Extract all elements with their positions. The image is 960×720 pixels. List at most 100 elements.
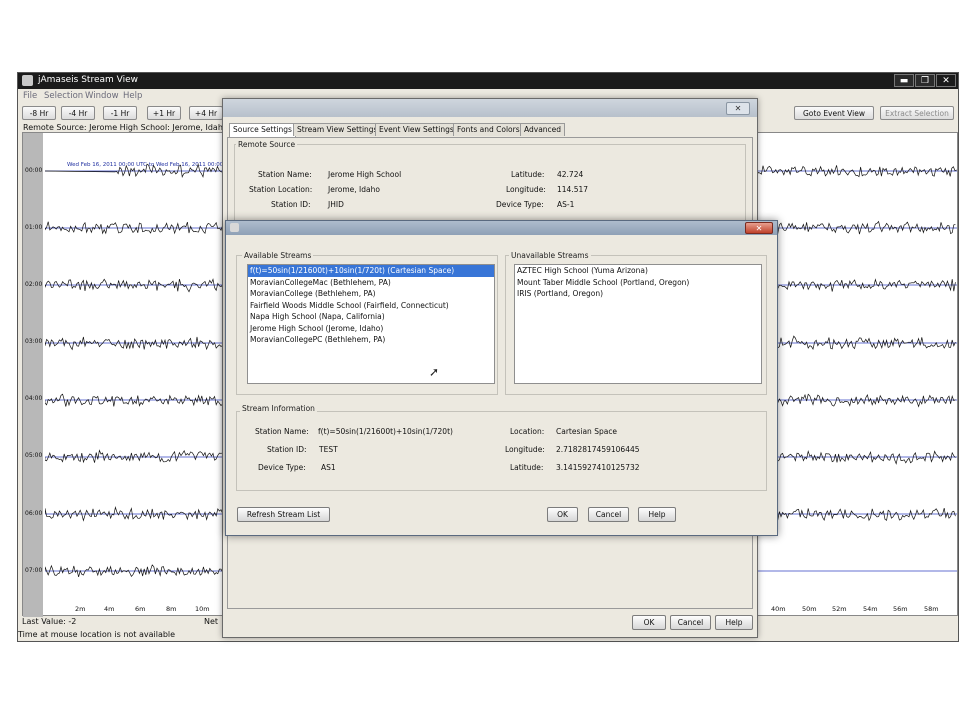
stream-station-id-value: TEST (319, 445, 338, 454)
stream-latitude-label: Latitude: (510, 463, 544, 472)
close-icon[interactable]: ✕ (745, 222, 773, 234)
stream-latitude-value: 3.1415927410125732 (556, 463, 640, 472)
stream-device-type-label: Device Type: (258, 463, 306, 472)
station-name-label: Station Name: (258, 170, 312, 179)
axis-tick: 10m (195, 605, 210, 613)
extract-selection-button[interactable]: Extract Selection (880, 106, 954, 120)
menu-help[interactable]: Help (123, 91, 142, 101)
device-type-label: Device Type: (496, 200, 544, 209)
stream-device-type-value: AS1 (321, 463, 336, 472)
settings-dialog-titlebar: ✕ (223, 99, 757, 117)
time-label: 04:00 (25, 395, 43, 402)
stream-information-title: Stream Information (240, 404, 317, 413)
java-icon (230, 223, 239, 232)
axis-tick: 2m (75, 605, 86, 613)
station-location-value: Jerome, Idaho (328, 185, 380, 194)
axis-tick: 58m (924, 605, 939, 613)
plus-1hr-button[interactable]: +1 Hr (147, 106, 181, 120)
plus-4hr-button[interactable]: +4 Hr (189, 106, 223, 120)
stream-longitude-value: 2.7182817459106445 (556, 445, 640, 454)
list-item[interactable]: Jerome High School (Jerome, Idaho) (248, 323, 494, 335)
tab-advanced[interactable]: Advanced (520, 123, 566, 136)
minimize-icon[interactable]: ▬ (894, 74, 914, 87)
tab-event-view-settings[interactable]: Event View Settings (375, 123, 458, 136)
station-id-value: JHID (328, 200, 344, 209)
time-column: 00:00 01:00 02:00 03:00 04:00 05:00 06:0… (23, 133, 43, 617)
time-label: 03:00 (25, 338, 43, 345)
station-name-value: Jerome High School (328, 170, 402, 179)
stream-dialog-titlebar: ✕ (226, 221, 777, 235)
tab-stream-view-settings[interactable]: Stream View Settings (293, 123, 382, 136)
available-streams-list[interactable]: f(t)=50sin(1/21600t)+10sin(1/720t) (Cart… (247, 264, 495, 384)
longitude-value: 114.517 (557, 185, 589, 194)
station-id-label: Station ID: (271, 200, 311, 209)
time-label: 05:00 (25, 452, 43, 459)
menu-window[interactable]: Window (85, 91, 119, 101)
ok-button[interactable]: OK (547, 507, 578, 522)
stream-station-name-value: f(t)=50sin(1/21600t)+10sin(1/720t) (318, 427, 453, 436)
stream-station-name-label: Station Name: (255, 427, 309, 436)
java-icon (22, 75, 33, 86)
menu-selection[interactable]: Selection (44, 91, 83, 101)
longitude-label: Longitude: (506, 185, 546, 194)
cancel-button[interactable]: Cancel (588, 507, 629, 522)
axis-tick: 40m (771, 605, 786, 613)
net-label: Net (204, 617, 219, 626)
minus-8hr-button[interactable]: -8 Hr (22, 106, 56, 120)
available-streams-title: Available Streams (242, 251, 314, 260)
last-value-label: Last Value: -2 (22, 617, 77, 626)
stream-location-value: Cartesian Space (556, 427, 618, 436)
list-item[interactable]: MoravianCollege (Bethlehem, PA) (248, 288, 494, 300)
stream-longitude-label: Longitude: (505, 445, 545, 454)
list-item[interactable]: Mount Taber Middle School (Portland, Ore… (515, 277, 761, 289)
time-label: 07:00 (25, 567, 43, 574)
device-type-value: AS-1 (557, 200, 575, 209)
time-label: 02:00 (25, 281, 43, 288)
minus-4hr-button[interactable]: -4 Hr (61, 106, 95, 120)
menu-file[interactable]: File (23, 91, 37, 101)
latitude-label: Latitude: (511, 170, 545, 179)
list-item[interactable]: AZTEC High School (Yuma Arizona) (515, 265, 761, 277)
list-item[interactable]: MoravianCollegeMac (Bethlehem, PA) (248, 277, 494, 289)
axis-tick: 6m (135, 605, 146, 613)
remote-source-title: Remote Source (236, 140, 298, 149)
time-label: 06:00 (25, 510, 43, 517)
stream-location-label: Location: (510, 427, 545, 436)
close-icon[interactable]: ✕ (936, 74, 956, 87)
time-label: 00:00 (25, 167, 43, 174)
list-item[interactable]: MoravianCollegePC (Bethlehem, PA) (248, 334, 494, 346)
latitude-value: 42.724 (557, 170, 584, 179)
remote-source-group (234, 144, 746, 224)
refresh-stream-list-button[interactable]: Refresh Stream List (237, 507, 330, 522)
list-item[interactable]: Napa High School (Napa, California) (248, 311, 494, 323)
stream-station-id-label: Station ID: (267, 445, 307, 454)
unavailable-streams-list[interactable]: AZTEC High School (Yuma Arizona) Mount T… (514, 264, 762, 384)
stream-information-group (236, 411, 767, 491)
axis-tick: 4m (104, 605, 115, 613)
close-icon[interactable]: ✕ (726, 102, 750, 115)
maximize-icon[interactable]: ❐ (915, 74, 935, 87)
station-location-label: Station Location: (249, 185, 313, 194)
help-button[interactable]: Help (638, 507, 676, 522)
window-title: jAmaseis Stream View (38, 75, 138, 85)
status-text: Time at mouse location is not available (18, 630, 176, 639)
unavailable-streams-title: Unavailable Streams (509, 251, 591, 260)
axis-tick: 52m (832, 605, 847, 613)
list-item[interactable]: f(t)=50sin(1/21600t)+10sin(1/720t) (Cart… (248, 265, 494, 277)
list-item[interactable]: IRIS (Portland, Oregon) (515, 288, 761, 300)
cancel-button[interactable]: Cancel (670, 615, 711, 630)
time-label: 01:00 (25, 224, 43, 231)
tab-source-settings[interactable]: Source Settings (229, 123, 296, 137)
title-bar: jAmaseis Stream View ▬ ❐ ✕ (18, 73, 958, 89)
help-button[interactable]: Help (715, 615, 753, 630)
goto-event-view-button[interactable]: Goto Event View (794, 106, 874, 120)
mouse-cursor-icon: ➚ (429, 365, 440, 379)
axis-tick: 54m (863, 605, 878, 613)
tab-fonts-and-colors[interactable]: Fonts and Colors (453, 123, 524, 136)
list-item[interactable]: Fairfield Woods Middle School (Fairfield… (248, 300, 494, 312)
minus-1hr-button[interactable]: -1 Hr (103, 106, 137, 120)
stream-selection-dialog: ✕ Available Streams f(t)=50sin(1/21600t)… (225, 220, 778, 536)
axis-tick: 50m (802, 605, 817, 613)
axis-tick: 56m (893, 605, 908, 613)
ok-button[interactable]: OK (632, 615, 666, 630)
